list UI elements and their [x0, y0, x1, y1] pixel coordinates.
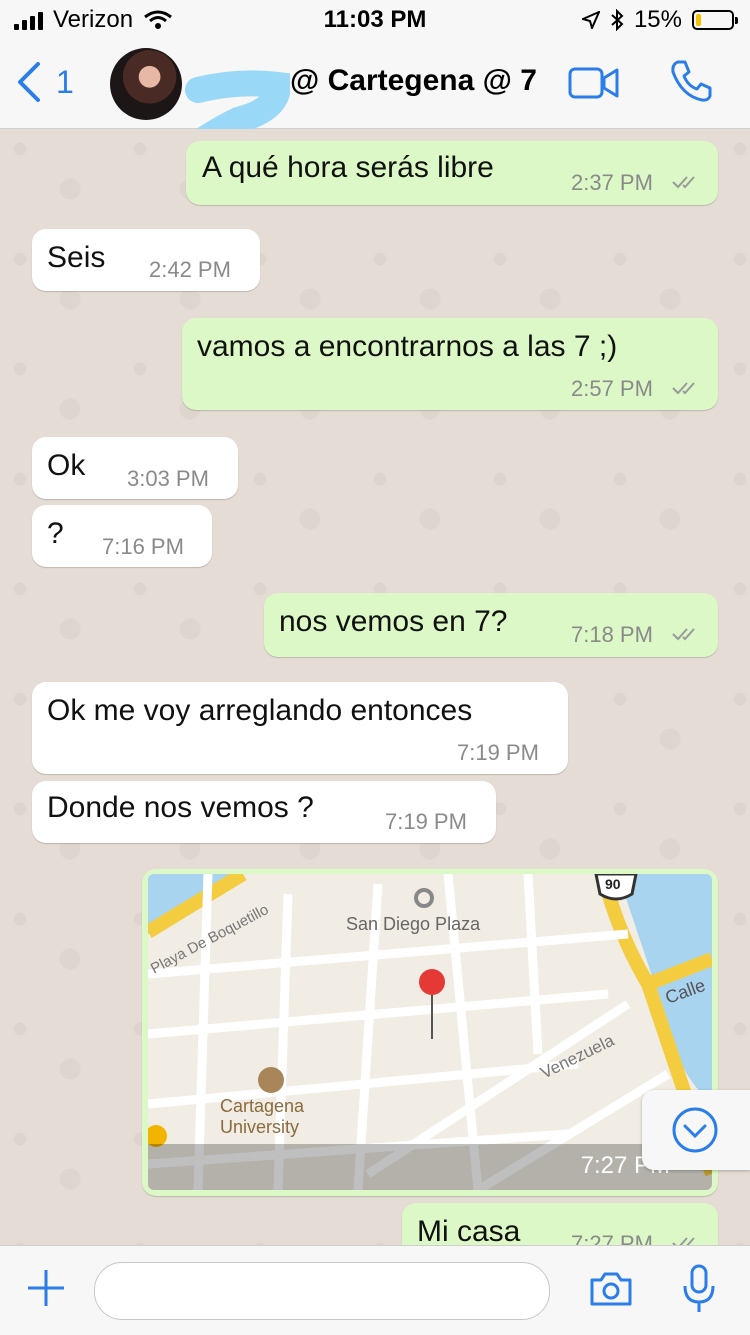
video-call-icon[interactable]: [568, 66, 620, 100]
message-time: 7:16 PM: [102, 534, 184, 559]
battery-icon: [692, 10, 738, 30]
message-text: Ok: [47, 449, 86, 482]
outgoing-message[interactable]: nos vemos en 7? 7:18 PM: [264, 593, 718, 657]
camera-icon[interactable]: [588, 1270, 634, 1308]
message-time: 3:03 PM: [127, 466, 209, 491]
chat-area[interactable]: A qué hora serás libre 2:37 PM Seis 2:42…: [0, 129, 750, 1245]
message-text: Ok me voy arreglando entonces: [47, 694, 473, 727]
chat-header: 1 @ Cartegena @ 7: [0, 40, 750, 173]
composer-bar: [0, 1245, 750, 1335]
scroll-to-bottom-button[interactable]: [642, 1090, 750, 1170]
message-time: 2:37 PM: [571, 170, 653, 195]
back-button[interactable]: 1: [16, 60, 74, 104]
message-time: 7:19 PM: [457, 740, 539, 765]
map-university-icon: [258, 1067, 284, 1093]
map-label-university: Cartagena: [220, 1096, 305, 1116]
map-pin-icon: [419, 969, 445, 995]
route-number: 90: [605, 876, 621, 892]
incoming-message[interactable]: Seis 2:42 PM: [32, 229, 260, 291]
read-ticks-icon: [672, 1237, 695, 1245]
message-text: vamos a encontrarnos a las 7 ;): [197, 330, 618, 363]
location-arrow-icon: [581, 11, 600, 29]
read-ticks-icon: [672, 176, 695, 189]
status-bar: Verizon 11:03 PM 15%: [0, 0, 750, 40]
chevron-down-circle-icon: [672, 1107, 718, 1153]
outgoing-message[interactable]: A qué hora serás libre 2:37 PM: [186, 141, 718, 205]
message-time: 7:19 PM: [385, 809, 467, 834]
phone-call-icon[interactable]: [668, 58, 714, 104]
message-time: 2:42 PM: [149, 257, 231, 282]
bluetooth-icon: [611, 9, 624, 31]
incoming-message[interactable]: Donde nos vemos ? 7:19 PM: [32, 781, 496, 843]
read-ticks-icon: [672, 628, 695, 641]
message-time: 7:27 PM: [571, 1231, 653, 1245]
read-ticks-icon: [672, 382, 695, 395]
message-text: Mi casa: [417, 1215, 521, 1245]
map-label-university: University: [220, 1117, 299, 1137]
message-time: 7:18 PM: [571, 622, 653, 647]
map-label-plaza: San Diego Plaza: [346, 914, 481, 934]
chevron-left-icon: [18, 62, 40, 102]
incoming-message[interactable]: Ok 3:03 PM: [32, 437, 238, 499]
chat-title[interactable]: @ Cartegena @ 7: [290, 64, 537, 98]
microphone-icon[interactable]: [682, 1264, 716, 1314]
map-image: San Diego Plaza Playa De Boquetillo Vene…: [148, 874, 712, 1190]
unread-count: 1: [56, 63, 74, 100]
message-text: Seis: [47, 241, 106, 274]
battery-percent: 15%: [633, 6, 682, 33]
message-text: Donde nos vemos ?: [47, 791, 314, 824]
message-text: A qué hora serás libre: [202, 151, 494, 184]
message-input[interactable]: [94, 1262, 550, 1320]
message-text: nos vemos en 7?: [279, 605, 508, 638]
incoming-message[interactable]: ? 7:16 PM: [32, 505, 212, 567]
outgoing-message[interactable]: Mi casa 7:27 PM: [402, 1203, 718, 1245]
plus-icon[interactable]: [26, 1268, 66, 1308]
outgoing-message[interactable]: vamos a encontrarnos a las 7 ;) 2:57 PM: [182, 318, 718, 410]
message-text: ?: [47, 517, 64, 550]
status-right: 15%: [581, 6, 738, 34]
message-time: 2:57 PM: [571, 376, 653, 401]
incoming-message[interactable]: Ok me voy arreglando entonces 7:19 PM: [32, 682, 568, 774]
map-preview[interactable]: San Diego Plaza Playa De Boquetillo Vene…: [148, 874, 712, 1190]
